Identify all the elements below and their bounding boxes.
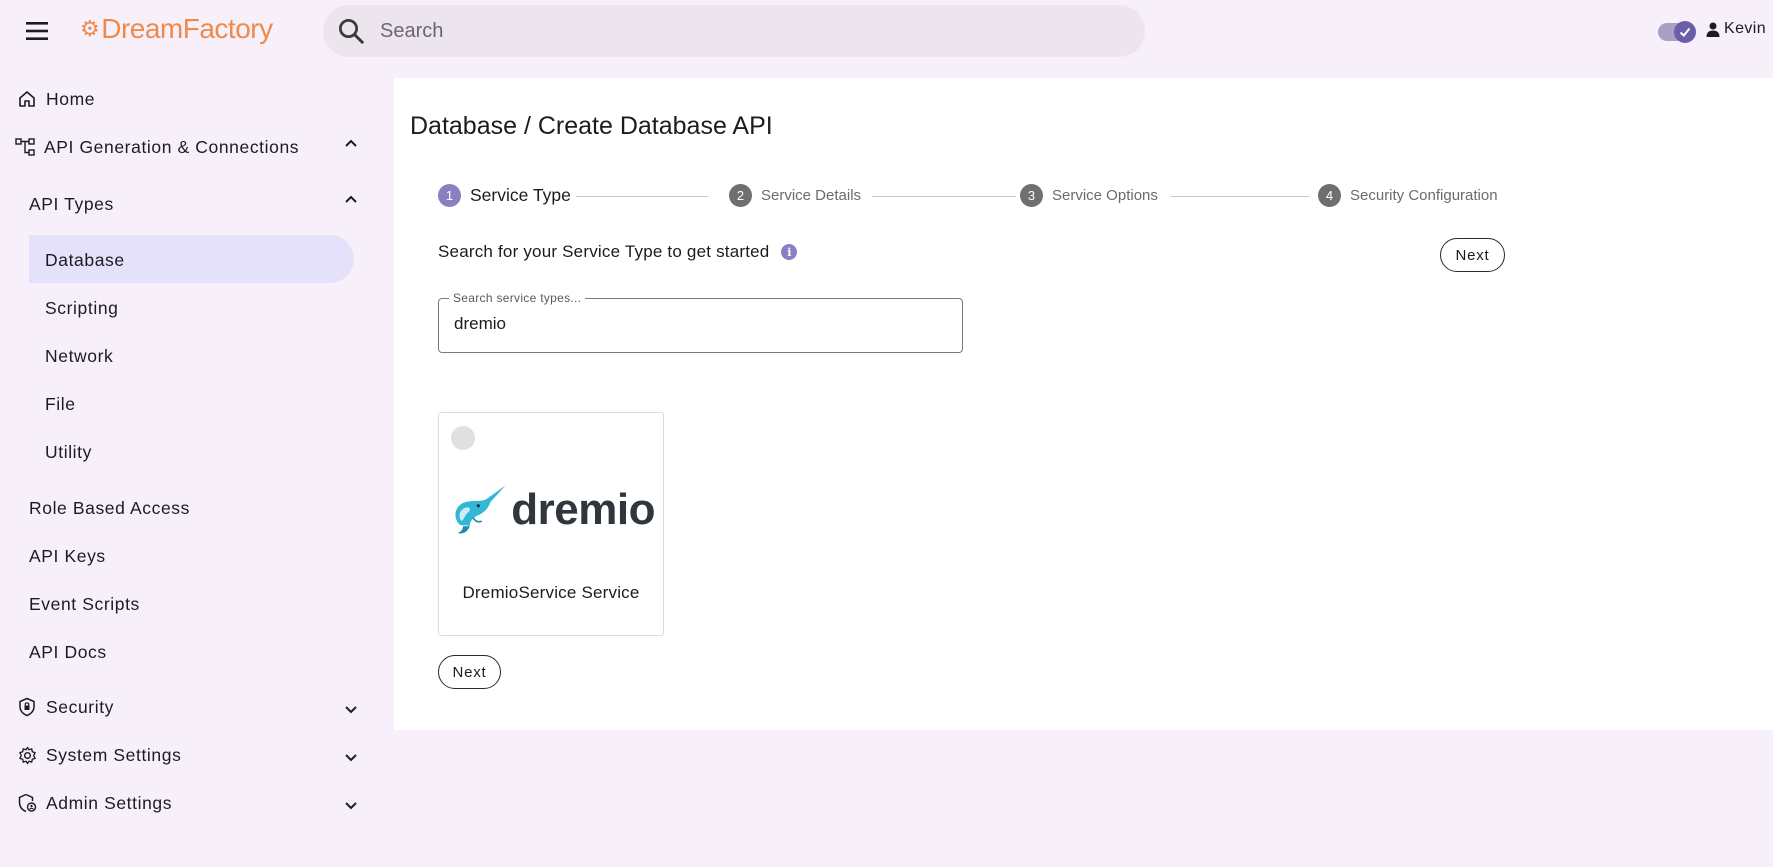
service-type-search-field: Search service types... (438, 291, 963, 353)
search-icon (339, 19, 364, 44)
hamburger-menu-icon[interactable] (18, 16, 56, 46)
step-label: Service Options (1052, 187, 1158, 204)
chevron-up-icon[interactable] (343, 191, 359, 207)
prompt-text: Search for your Service Type to get star… (438, 242, 770, 261)
user-menu[interactable]: Kevin (1706, 20, 1766, 38)
check-icon (1674, 21, 1696, 43)
next-button-top[interactable]: Next (1440, 238, 1505, 272)
sidebar-item-label: Event Scripts (29, 594, 140, 614)
step-connector (576, 196, 708, 197)
sidebar-item-admin-settings[interactable]: Admin Settings (16, 792, 172, 814)
sidebar-item-api-generation[interactable]: API Generation & Connections (14, 136, 299, 158)
step-number: 4 (1318, 184, 1341, 207)
step-security-configuration[interactable]: 4 Security Configuration (1318, 184, 1498, 207)
sidebar-item-system-settings[interactable]: System Settings (16, 744, 181, 766)
global-search (323, 5, 1145, 57)
sidebar-item-file[interactable]: File (45, 394, 76, 415)
sidebar-item-api-keys[interactable]: API Keys (29, 546, 106, 567)
step-number: 3 (1020, 184, 1043, 207)
sidebar-item-label: Database (45, 250, 125, 270)
theme-toggle[interactable] (1658, 21, 1696, 43)
page-title: Database / Create Database API (410, 112, 773, 140)
card-label: DremioService Service (462, 583, 640, 602)
step-service-type[interactable]: 1 Service Type (438, 184, 571, 207)
sidebar-item-database[interactable]: Database (45, 250, 125, 271)
sidebar-item-label: Role Based Access (29, 498, 190, 518)
sidebar-item-home[interactable]: Home (16, 88, 95, 110)
card-radio[interactable] (451, 426, 475, 450)
sidebar-item-event-scripts[interactable]: Event Scripts (29, 594, 140, 615)
search-prompt: Search for your Service Type to get star… (438, 242, 798, 262)
sidebar-item-label: API Docs (29, 642, 107, 662)
sidebar-item-utility[interactable]: Utility (45, 442, 92, 463)
brand-text: dremio (511, 485, 655, 534)
person-icon (1706, 22, 1720, 37)
step-label: Service Type (470, 185, 571, 205)
sidebar-item-label: API Generation & Connections (44, 136, 300, 157)
sidebar-item-label: API Keys (29, 546, 106, 566)
chevron-up-icon[interactable] (343, 135, 359, 151)
step-number: 2 (729, 184, 752, 207)
logo-text: DreamFactory (101, 13, 273, 44)
sidebar-item-label: Scripting (45, 298, 119, 318)
gear-icon (16, 744, 38, 766)
chevron-down-icon[interactable] (343, 750, 359, 766)
main-panel: Database / Create Database API 1 Service… (394, 78, 1773, 730)
narwhal-icon (455, 485, 506, 534)
step-number: 1 (438, 184, 461, 207)
sidebar-item-label: Home (46, 88, 96, 109)
sidebar-item-label: Security (46, 696, 115, 717)
sidebar-item-label: File (45, 394, 76, 414)
global-search-input[interactable] (380, 19, 1080, 43)
sidebar-item-security[interactable]: Security (16, 696, 114, 718)
step-service-options[interactable]: 3 Service Options (1020, 184, 1158, 207)
sidebar-item-label: System Settings (46, 744, 182, 765)
chevron-down-icon[interactable] (343, 702, 359, 718)
dreamfactory-logo[interactable]: ⚙ DreamFactory (80, 12, 273, 46)
step-service-details[interactable]: 2 Service Details (729, 184, 861, 207)
sidebar-item-label: Network (45, 346, 114, 366)
stepper: 1 Service Type 2 Service Details 3 Servi… (438, 184, 1498, 210)
admin-shield-icon (16, 792, 38, 814)
hierarchy-icon (14, 136, 36, 158)
step-connector (1170, 196, 1310, 197)
dremio-logo: dremio (451, 475, 655, 545)
step-connector (872, 196, 1016, 197)
next-button-bottom[interactable]: Next (438, 655, 501, 689)
step-label: Service Details (761, 187, 862, 204)
sidebar-item-api-docs[interactable]: API Docs (29, 642, 107, 663)
sidebar-item-api-types[interactable]: API Types (29, 194, 114, 215)
top-bar: ⚙ DreamFactory Kevin (0, 0, 1773, 62)
service-type-search-input[interactable] (454, 314, 944, 334)
chevron-down-icon[interactable] (343, 798, 359, 814)
sidebar-item-scripting[interactable]: Scripting (45, 298, 119, 319)
user-name: Kevin (1724, 20, 1767, 37)
sidebar-item-label: Admin Settings (46, 792, 173, 813)
info-icon[interactable]: i (781, 244, 798, 260)
field-label: Search service types... (449, 291, 586, 305)
step-label: Security Configuration (1350, 187, 1498, 204)
sidebar-item-label: Utility (45, 442, 92, 462)
service-type-card[interactable]: dremio DremioService Service (438, 412, 664, 636)
sidebar-item-role-based-access[interactable]: Role Based Access (29, 498, 190, 519)
home-icon (16, 88, 38, 110)
sidebar-item-label: API Types (29, 194, 114, 214)
shield-icon (16, 696, 38, 718)
sidebar-item-network[interactable]: Network (45, 346, 113, 367)
logo-gear-icon: ⚙ (80, 16, 100, 41)
